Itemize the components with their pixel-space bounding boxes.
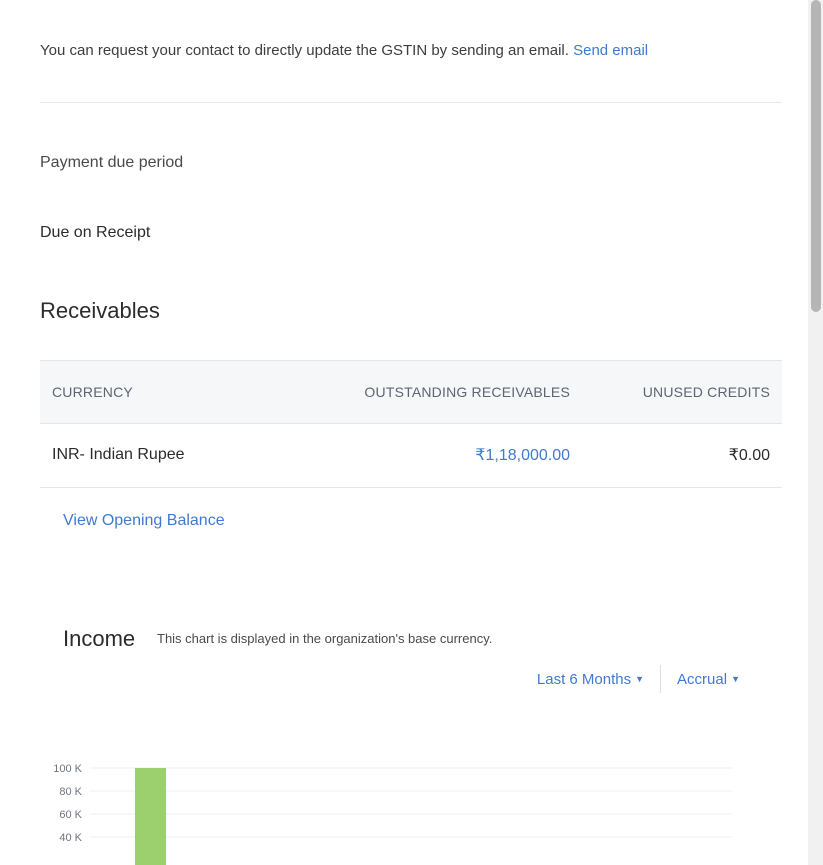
section-divider <box>40 102 782 103</box>
y-tick-label: 80 K <box>59 786 82 798</box>
period-filter-label: Last 6 Months <box>536 670 632 688</box>
income-currency-note: This chart is displayed in the organizat… <box>157 631 493 646</box>
vertical-scrollbar[interactable] <box>808 0 823 865</box>
y-tick-label: 40 K <box>59 832 82 844</box>
filter-divider <box>660 665 662 693</box>
view-opening-balance-link[interactable]: View Opening Balance <box>63 512 225 530</box>
income-bar[interactable] <box>135 768 166 865</box>
y-tick-label: 100 K <box>53 763 82 775</box>
send-email-link[interactable]: Send email <box>573 42 648 59</box>
table-row: INR- Indian Rupee ₹1,18,000.00 ₹0.00 <box>40 423 782 488</box>
basis-filter-label: Accrual <box>677 670 728 688</box>
customer-overview-panel: You can request your contact to directly… <box>0 0 808 865</box>
receivables-table-header: CURRENCY OUTSTANDING RECEIVABLES UNUSED … <box>40 360 782 424</box>
column-header-outstanding-receivables: OUTSTANDING RECEIVABLES <box>364 384 570 400</box>
row-outstanding-receivables-link[interactable]: ₹1,18,000.00 <box>475 423 570 487</box>
y-tick-label: 60 K <box>59 809 82 821</box>
basis-filter-dropdown[interactable]: Accrual ▼ <box>667 671 750 688</box>
income-title: Income <box>63 626 136 651</box>
row-currency: INR- Indian Rupee <box>52 446 185 463</box>
gstin-request-text: You can request your contact to directly… <box>40 42 569 59</box>
income-filters: Last 6 Months ▼ Accrual ▼ <box>527 664 750 694</box>
payment-due-period-value: Due on Receipt <box>40 224 151 241</box>
gstin-request-note: You can request your contact to directly… <box>40 42 648 59</box>
receivables-title: Receivables <box>40 298 160 323</box>
caret-down-icon: ▼ <box>731 674 740 684</box>
column-header-unused-credits: UNUSED CREDITS <box>642 384 770 400</box>
period-filter-dropdown[interactable]: Last 6 Months ▼ <box>527 671 654 688</box>
income-chart: 100 K 80 K 60 K 40 K <box>53 763 732 865</box>
scrollbar-thumb[interactable] <box>811 0 821 312</box>
column-header-currency: CURRENCY <box>52 384 133 400</box>
caret-down-icon: ▼ <box>635 674 645 684</box>
row-unused-credits: ₹0.00 <box>728 447 770 464</box>
payment-due-period-label: Payment due period <box>40 154 184 171</box>
